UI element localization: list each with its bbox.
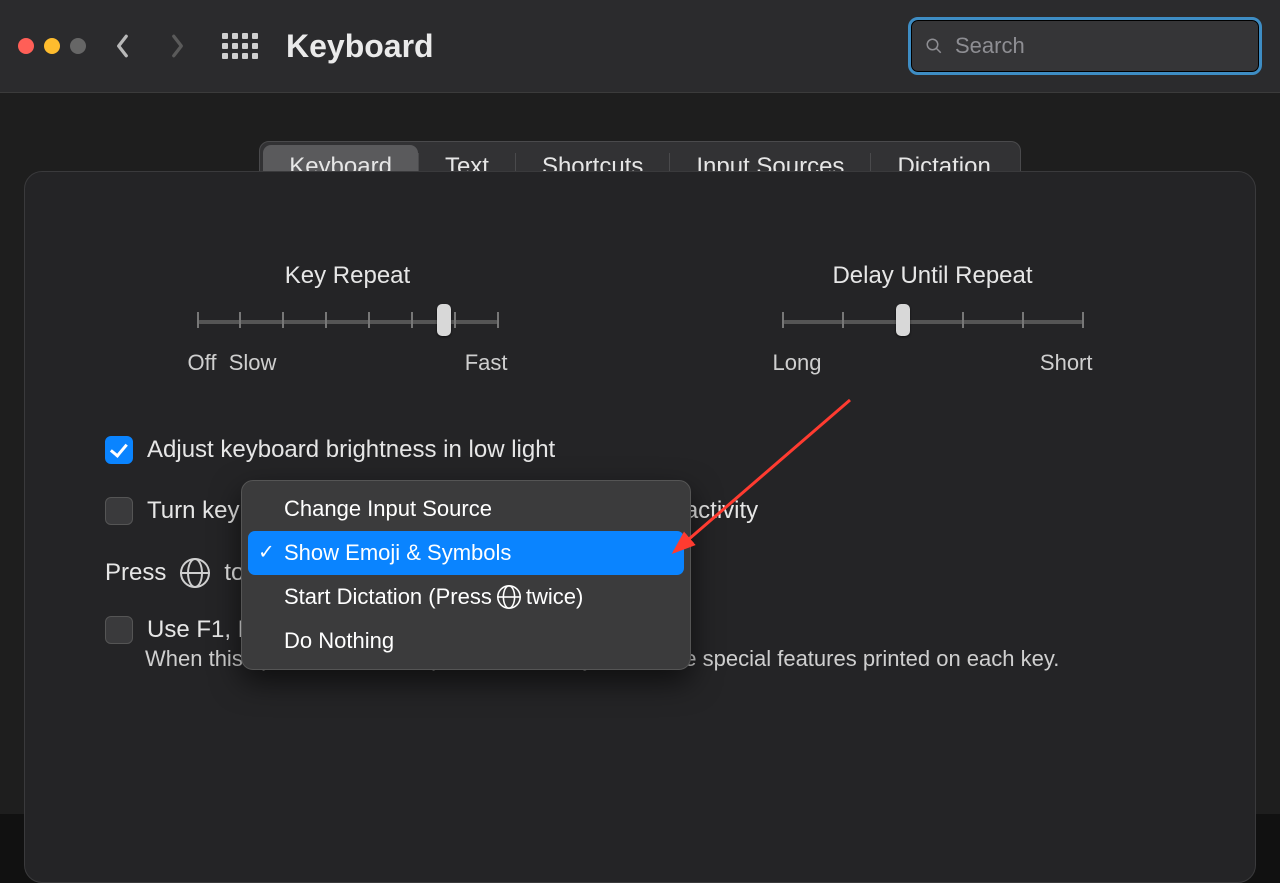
content: Keyboard Text Shortcuts Input Sources Di… <box>0 93 1280 814</box>
delay-repeat-label: Delay Until Repeat <box>832 262 1032 290</box>
menu-item-show-emoji[interactable]: ✓ Show Emoji & Symbols <box>248 531 684 575</box>
key-repeat-block: Key Repeat Off Slow Fast <box>168 262 528 376</box>
menu-item-start-dictation[interactable]: Start Dictation (Press twice) <box>248 575 684 619</box>
delay-repeat-slider[interactable] <box>783 308 1083 332</box>
key-repeat-slider[interactable] <box>198 308 498 332</box>
search-input[interactable] <box>953 32 1245 60</box>
chevron-right-icon <box>168 33 186 59</box>
menu-item-do-nothing[interactable]: Do Nothing <box>248 619 684 663</box>
search-field[interactable] <box>908 17 1262 75</box>
globe-action-menu[interactable]: Change Input Source ✓ Show Emoji & Symbo… <box>241 480 691 670</box>
delay-repeat-bounds: Long Short <box>773 350 1093 376</box>
brightness-row: Adjust keyboard brightness in low light <box>105 436 1165 464</box>
window-controls <box>18 38 86 54</box>
key-repeat-bounds: Off Slow Fast <box>188 350 508 376</box>
delay-repeat-block: Delay Until Repeat Long Short <box>753 262 1113 376</box>
minimize-window-button[interactable] <box>44 38 60 54</box>
backlight-checkbox[interactable] <box>105 497 133 525</box>
titlebar: Keyboard <box>0 0 1280 93</box>
forward-button[interactable] <box>160 29 194 63</box>
globe-icon <box>497 585 521 609</box>
back-button[interactable] <box>106 29 140 63</box>
menu-item-change-input-source[interactable]: Change Input Source <box>248 487 684 531</box>
brightness-checkbox[interactable] <box>105 436 133 464</box>
sliders-row: Key Repeat Off Slow Fast Delay Until Rep… <box>85 262 1195 376</box>
search-icon <box>925 35 943 57</box>
key-repeat-label: Key Repeat <box>285 262 410 290</box>
show-all-prefs-button[interactable] <box>222 33 258 59</box>
preferences-window: Keyboard Keyboard Text Shortcuts Input S… <box>0 0 1280 814</box>
zoom-window-button[interactable] <box>70 38 86 54</box>
keyboard-tab-panel: Key Repeat Off Slow Fast Delay Until Rep… <box>24 171 1256 883</box>
close-window-button[interactable] <box>18 38 34 54</box>
checkmark-icon: ✓ <box>258 539 275 564</box>
fkeys-checkbox[interactable] <box>105 616 133 644</box>
brightness-label: Adjust keyboard brightness in low light <box>147 436 555 464</box>
globe-icon <box>180 558 210 588</box>
window-title: Keyboard <box>286 28 434 65</box>
chevron-left-icon <box>114 33 132 59</box>
